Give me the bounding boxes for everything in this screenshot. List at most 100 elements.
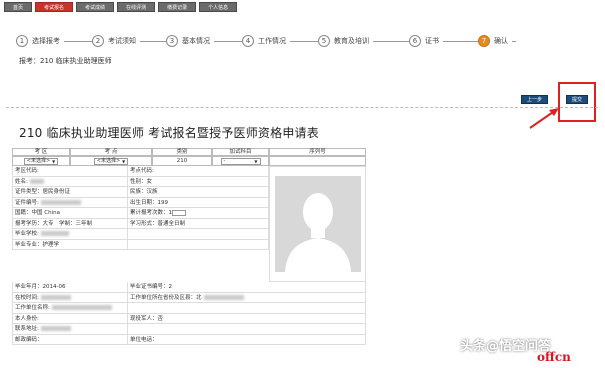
form-cell: 国籍：中国 China: [12, 208, 128, 219]
form-row: 国籍：中国 China 累计报考次数：1: [12, 208, 269, 219]
nav-tab-5[interactable]: 缴费记录: [158, 2, 197, 12]
nav-tab-2[interactable]: 考试报名: [35, 2, 74, 12]
step-number: 5: [318, 35, 330, 47]
offcn-logo: offcn: [537, 350, 571, 364]
form-cell: 民族：汉族: [128, 187, 269, 198]
form-cell: 考区代码:: [12, 166, 128, 177]
form-title: 210 临床执业助理医师 考试报名暨授予医师资格申请表: [19, 126, 319, 140]
step-number: 1: [16, 35, 28, 47]
form-cell: [128, 239, 269, 250]
step-progress: 1 选择报考 2 考试须知 3 基本情况 4 工作情况 5 教育及培训 6 证书 7 确认: [16, 34, 556, 48]
step-label: 考试须知: [108, 37, 136, 45]
applicant-photo: [274, 176, 361, 272]
nav-tab-4[interactable]: 在线评测: [117, 2, 156, 12]
form-cell: 现役军人：否: [128, 313, 366, 324]
form-cell-text: 在校时间:: [15, 294, 39, 301]
redacted-value: [51, 305, 112, 310]
step-7[interactable]: 7 确认: [478, 34, 512, 48]
form-cell-text: 邮政编码：: [15, 336, 43, 343]
extra-subject-cell: - ▼: [212, 156, 269, 166]
header-category: 类别: [152, 148, 212, 156]
form-cell-text: 联系地址:: [15, 326, 39, 332]
chevron-down-icon: ▼: [254, 158, 258, 164]
form-cell: 工作单位名称:: [12, 303, 128, 314]
form-row: 证件类型：居民身份证 民族：汉族: [12, 187, 269, 198]
step-5[interactable]: 5 教育及培训: [318, 34, 373, 48]
form-row: 工作单位名称:: [12, 303, 366, 314]
redacted-value: [40, 326, 71, 331]
redacted-value: [40, 231, 69, 236]
form-row: 本人身份: 现役军人：否: [12, 313, 366, 324]
redacted-value: [40, 199, 81, 205]
form-cell-text: 毕业年月：2014-06: [15, 284, 66, 290]
form-cell-text: 出生日期：199: [130, 199, 168, 206]
step-4[interactable]: 4 工作情况: [242, 34, 290, 48]
form-cell-text: 报考学历：大专 学制：三年制: [15, 220, 93, 227]
application-form: 考 区 考 点 类别 加试科目 序列号 <未选择> ▼ <未选择> ▼ 210 - ▼…: [12, 148, 366, 345]
step-label: 确认: [494, 37, 508, 45]
exam-count-input[interactable]: [172, 209, 186, 216]
divider: [6, 107, 598, 108]
step-label: 教育及培训: [334, 37, 369, 45]
form-header-row: 考 区 考 点 类别 加试科目 序列号: [12, 148, 366, 156]
form-cell: 毕业证书编号：2: [128, 282, 366, 293]
form-cell: [128, 229, 269, 240]
form-cell-text: 证件类型：居民身份证: [15, 189, 71, 195]
step-6[interactable]: 6 证书: [409, 34, 443, 48]
nav-tab-3[interactable]: 考试成绩: [76, 2, 115, 12]
prev-step-button[interactable]: 上一步: [521, 95, 549, 104]
form-cell-text: 本人身份:: [15, 315, 39, 322]
step-label: 证书: [425, 37, 439, 45]
step-label: 基本情况: [182, 37, 210, 45]
exam-site-select[interactable]: <未选择> ▼: [93, 157, 129, 165]
form-cell-text: 工作单位名称:: [15, 305, 50, 311]
redacted-value: [29, 178, 44, 184]
form-cell: 报考学历：大专 学制：三年制: [12, 218, 128, 229]
form-cell-text: 现役军人：否: [130, 315, 164, 322]
form-row: 考区代码: 考点代码:: [12, 166, 269, 177]
redacted-value: [40, 294, 71, 300]
header-extra-subject: 加试科目: [212, 148, 269, 156]
step-1[interactable]: 1 选择报考: [16, 34, 64, 48]
step-number: 2: [92, 35, 104, 47]
form-cell: 出生日期：199: [128, 197, 269, 208]
step-number: 3: [166, 35, 178, 47]
form-cell-text: 姓名:: [15, 178, 28, 185]
step-label: 工作情况: [258, 37, 286, 45]
exam-subtitle: 报考：210 临床执业助理医师: [19, 57, 112, 65]
form-cell: 性别：女: [128, 176, 269, 187]
category-cell: 210: [152, 156, 212, 166]
form-cell: 考点代码:: [128, 166, 269, 177]
photo-cell: [269, 166, 366, 282]
category-value: 210: [176, 158, 188, 164]
form-cell: 在校时间:: [12, 292, 128, 303]
form-cell: 毕业专业：护理学: [12, 239, 128, 250]
redacted-value: [203, 294, 244, 300]
step-label: 选择报考: [32, 37, 60, 45]
nav-tab-1[interactable]: 首页: [4, 2, 33, 12]
extra-subject-select[interactable]: - ▼: [220, 157, 261, 165]
exam-area-select[interactable]: <未选择> ▼: [23, 157, 59, 165]
form-cell: 证件编号:: [12, 197, 128, 208]
form-cell: [128, 324, 366, 335]
header-exam-area: 考 区: [12, 148, 70, 156]
form-cell: 本人身份:: [12, 313, 128, 324]
nav-tab-6[interactable]: 个人信息: [199, 2, 238, 12]
form-cell-text: 考区代码:: [15, 168, 39, 174]
step-number: 6: [409, 35, 421, 47]
form-cell-text: 单位电话：: [130, 336, 158, 343]
form-cell-text: 毕业证书编号：2: [130, 284, 172, 290]
form-row: 联系地址:: [12, 324, 366, 335]
exam-site-cell: <未选择> ▼: [70, 156, 152, 166]
form-cell: 姓名:: [12, 176, 128, 187]
submit-button[interactable]: 提交: [566, 95, 589, 104]
form-cell: 毕业年月：2014-06: [12, 282, 128, 293]
step-2[interactable]: 2 考试须知: [92, 34, 140, 48]
form-full-rows: 毕业年月：2014-06 毕业证书编号：2 在校时间: 工作单位所在省份及区县：北 工作…: [12, 282, 366, 345]
form-row: 毕业专业：护理学: [12, 239, 269, 250]
nav-tab-bar: 首页 考试报名 考试成绩 在线评测 缴费记录 个人信息: [4, 2, 238, 12]
form-cell-text: 毕业专业：护理学: [15, 241, 60, 248]
form-cell: 证件类型：居民身份证: [12, 187, 128, 198]
step-3[interactable]: 3 基本情况: [166, 34, 214, 48]
form-cell-text: 民族：汉族: [130, 189, 158, 195]
